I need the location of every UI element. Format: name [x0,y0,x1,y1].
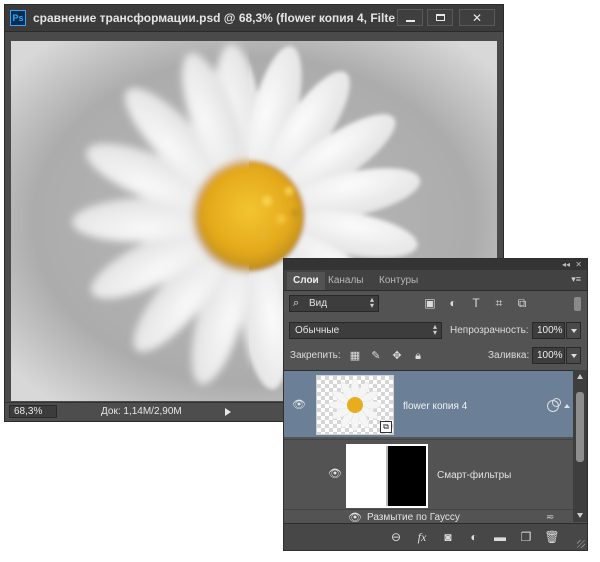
document-title: сравнение трансформации.psd @ 68,3% (flo… [33,11,395,25]
layers-panel: ◂◂ ✕ Слои Каналы Контуры ▾≡ ⌕ Вид ▴ ▾ ▣ ◐… [283,258,588,551]
tab-paths[interactable]: Контуры [373,272,424,290]
shape-filter-icon[interactable]: ⌗ [492,296,506,310]
maximize-icon [436,14,445,21]
panel-header[interactable]: ◂◂ ✕ [284,259,587,270]
mask-white-area [348,446,386,506]
photoshop-icon: Ps [10,10,26,26]
mask-black-area [386,446,426,506]
lock-all-icon[interactable]: 🔒︎ [411,349,425,363]
filter-kind-value: Вид [309,298,328,309]
opacity-label: Непрозрачность: [450,325,529,336]
layers-list: 👁︎ ⧉ flower копия 4 👁︎ Смарт-фильтры 👁︎ … [284,370,573,523]
zoom-field[interactable]: 68,3% [9,405,57,418]
smart-filters-row[interactable]: 👁︎ Смарт-фильтры [284,439,573,510]
fill-field[interactable]: 100% [532,347,565,364]
image-filter-icon[interactable]: ▣ [423,296,437,310]
minimize-icon [406,20,415,22]
smart-filters-label: Смарт-фильтры [437,470,512,481]
layer-name[interactable]: flower копия 4 [403,401,467,412]
filter-mask-thumbnail[interactable] [346,444,428,508]
smart-object-badge-icon: ⧉ [380,421,392,433]
opacity-dropdown[interactable] [566,322,581,339]
close-icon: ✕ [471,11,483,25]
layer-row-flower[interactable]: 👁︎ ⧉ flower копия 4 [284,371,573,437]
smart-filter-icon [547,398,561,412]
lock-row: Закрепить: ▦ ✎ ✥ 🔒︎ Заливка: 100% [284,345,587,367]
updown-icon: ▴ ▾ [369,295,374,310]
tab-channels[interactable]: Каналы [322,272,370,290]
blend-mode-value: Обычные [295,325,340,336]
layers-scrollbar[interactable] [573,370,587,522]
visibility-eye-icon[interactable]: 👁︎ [348,513,362,524]
blend-row: Обычные ▴ ▾ Непрозрачность: 100% [284,320,587,342]
fill-label: Заливка: [488,350,530,361]
minimize-button[interactable] [397,9,423,26]
fill-dropdown[interactable] [566,347,581,364]
close-button[interactable]: ✕ [459,9,495,26]
fx-icon[interactable]: fx [414,529,430,545]
visibility-eye-icon[interactable]: 👁︎ [292,400,306,411]
collapse-effects-icon[interactable] [564,404,570,408]
chevron-down-icon [571,329,577,333]
scroll-down-icon[interactable] [577,513,583,518]
panel-close-icon[interactable]: ✕ [575,260,582,269]
lock-position-icon[interactable]: ✥ [390,349,404,363]
filter-blending-options-icon[interactable]: ≂ [546,512,554,523]
new-layer-icon[interactable]: ❐ [518,529,534,545]
filter-toggle[interactable] [574,297,581,311]
lock-transparent-pixels-icon[interactable]: ▦ [348,349,362,363]
lock-label: Закрепить: [290,350,341,361]
gaussian-blur-label: Размытие по Гауссу [367,512,460,523]
link-layers-icon[interactable]: ⊖ [388,529,404,545]
layer-filter-row: ⌕ Вид ▴ ▾ ▣ ◐ T ⌗ ⧉ [284,292,587,316]
blend-mode-select[interactable]: Обычные ▴ ▾ [289,322,442,339]
search-icon: ⌕ [293,297,300,309]
layers-bottom-toolbar: ⊖ fx ◙ ◐ ▬ ❐ 🗑︎ [284,523,587,550]
opacity-field[interactable]: 100% [532,322,565,339]
document-titlebar[interactable]: Ps сравнение трансформации.psd @ 68,3% (… [5,5,503,32]
scroll-thumb[interactable] [576,392,584,462]
updown-icon: ▴ ▾ [432,322,437,337]
panel-menu-icon[interactable]: ▾≡ [571,275,581,284]
panel-tabs: Слои Каналы Контуры ▾≡ [284,270,587,291]
scroll-up-icon[interactable] [577,374,583,379]
type-filter-icon[interactable]: T [469,296,483,310]
smart-object-filter-icon[interactable]: ⧉ [515,296,529,310]
lock-image-pixels-icon[interactable]: ✎ [369,349,383,363]
tab-layers[interactable]: Слои [287,272,325,290]
new-group-icon[interactable]: ▬ [492,529,508,545]
gaussian-blur-row[interactable]: 👁︎ Размытие по Гауссу ≂ [284,509,573,523]
collapse-icon[interactable]: ◂◂ [562,260,570,269]
adjustment-filter-icon[interactable]: ◐ [446,296,460,310]
add-mask-icon[interactable]: ◙ [440,529,456,545]
adjustment-layer-icon[interactable]: ◐ [466,529,482,545]
status-menu-arrow-icon[interactable] [225,408,231,416]
document-size: Док: 1,14М/2,90М [101,406,182,417]
visibility-eye-icon[interactable]: 👁︎ [328,469,342,480]
maximize-button[interactable] [427,9,453,26]
filter-kind-select[interactable]: ⌕ Вид ▴ ▾ [289,295,379,312]
chevron-down-icon [571,354,577,358]
resize-grip-icon[interactable] [577,540,585,548]
delete-layer-icon[interactable]: 🗑︎ [544,529,560,545]
